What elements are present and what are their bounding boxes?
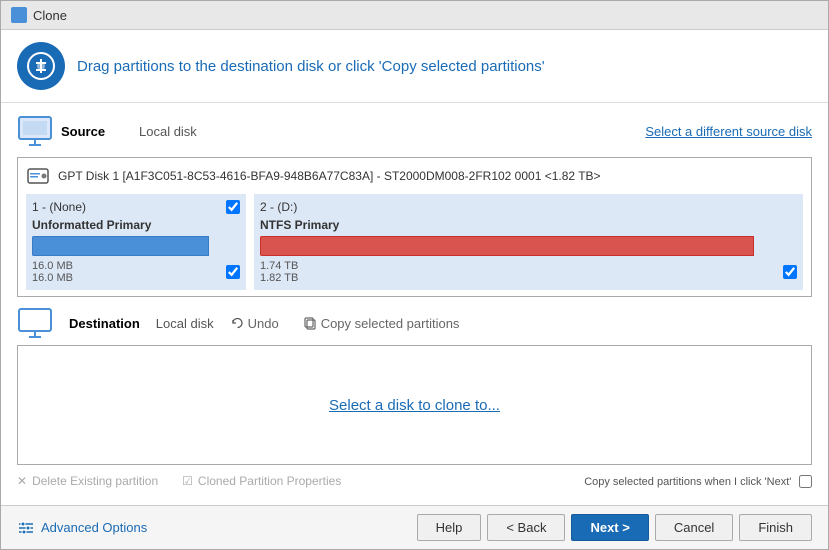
partition-1-sizes: 16.0 MB 16.0 MB — [32, 260, 240, 284]
dest-monitor-icon — [17, 305, 53, 341]
partition-1-checkbox2[interactable] — [226, 265, 240, 279]
partition-2-bar-fill — [260, 236, 754, 256]
footer: Advanced Options Help < Back Next > Canc… — [1, 505, 828, 549]
copy-partitions-button[interactable]: Copy selected partitions — [303, 316, 460, 331]
header-text: Drag partitions to the destination disk … — [77, 58, 545, 75]
clone-window: Clone Drag partitions to the destination… — [0, 0, 829, 550]
partition-2-sizes: 1.74 TB 1.82 TB — [260, 260, 797, 284]
partition-1-size1: 16.0 MB — [32, 260, 73, 272]
next-checkbox-label: Copy selected partitions when I click 'N… — [584, 476, 791, 488]
disk-header: GPT Disk 1 [A1F3C051-8C53-4616-BFA9-948B… — [26, 164, 803, 188]
source-disk-container: GPT Disk 1 [A1F3C051-8C53-4616-BFA9-948B… — [17, 157, 812, 297]
source-label: Source — [61, 124, 131, 139]
clone-option: ☑ Cloned Partition Properties — [182, 474, 341, 488]
window-title: Clone — [33, 8, 67, 23]
disk-icon — [26, 164, 50, 188]
footer-buttons: Help < Back Next > Cancel Finish — [417, 514, 812, 541]
main-area: Source Local disk Select a different sou… — [1, 103, 828, 505]
clone-check-icon: ☑ — [182, 474, 193, 488]
partition-1-bar — [32, 236, 240, 256]
partition-1-size2: 16.0 MB — [32, 272, 73, 284]
destination-options: ✕ Delete Existing partition ☑ Cloned Par… — [17, 469, 812, 492]
select-source-link[interactable]: Select a different source disk — [645, 124, 812, 139]
copy-label: Copy selected partitions — [321, 316, 460, 331]
dest-label: Destination — [69, 316, 140, 331]
header-banner: Drag partitions to the destination disk … — [1, 30, 828, 103]
dest-sublabel: Local disk — [156, 316, 214, 331]
delete-option: ✕ Delete Existing partition — [17, 474, 158, 488]
title-bar: Clone — [1, 1, 828, 30]
partition-2-size1: 1.74 TB — [260, 260, 298, 272]
partition-2-number: 2 - (D:) — [260, 200, 297, 214]
disk-title: GPT Disk 1 [A1F3C051-8C53-4616-BFA9-948B… — [58, 169, 601, 183]
destination-disk-area[interactable]: Select a disk to clone to... — [17, 345, 812, 465]
undo-icon — [230, 316, 244, 330]
advanced-label: Advanced Options — [41, 520, 147, 535]
partition-1-checkbox[interactable] — [226, 200, 240, 214]
source-sublabel: Local disk — [139, 124, 197, 139]
clone-icon — [17, 42, 65, 90]
undo-button[interactable]: Undo — [230, 316, 279, 331]
partition-1-type: Unformatted Primary — [32, 218, 240, 232]
partition-2-wrapper: 2 - (D:) NTFS Primary 1.74 TB 1.82 TB — [254, 194, 803, 290]
delete-x-icon: ✕ — [17, 474, 27, 488]
destination-section: Destination Local disk Undo Copy selecte… — [17, 305, 812, 492]
partition-1-wrapper: 1 - (None) Unformatted Primary 16.0 MB 1… — [26, 194, 246, 290]
partition-2-type: NTFS Primary — [260, 218, 797, 232]
source-monitor-icon — [17, 113, 53, 149]
help-button[interactable]: Help — [417, 514, 482, 541]
delete-option-label: Delete Existing partition — [32, 474, 158, 488]
partition-1-bar-fill — [32, 236, 209, 256]
advanced-icon — [17, 519, 35, 537]
finish-button[interactable]: Finish — [739, 514, 812, 541]
next-checkbox-row: Copy selected partitions when I click 'N… — [584, 473, 812, 488]
next-button[interactable]: Next > — [571, 514, 648, 541]
source-section: Source Local disk Select a different sou… — [17, 113, 812, 297]
select-disk-link[interactable]: Select a disk to clone to... — [329, 397, 500, 414]
back-button[interactable]: < Back — [487, 514, 565, 541]
partition-2-checkbox[interactable] — [783, 265, 797, 279]
advanced-options[interactable]: Advanced Options — [17, 519, 147, 537]
destination-header: Destination Local disk Undo Copy selecte… — [17, 305, 812, 341]
undo-label: Undo — [248, 316, 279, 331]
copy-icon — [303, 316, 317, 330]
clone-option-label: Cloned Partition Properties — [198, 474, 341, 488]
cancel-button[interactable]: Cancel — [655, 514, 733, 541]
next-checkbox[interactable] — [799, 475, 812, 488]
partitions-row: 1 - (None) Unformatted Primary 16.0 MB 1… — [26, 194, 803, 290]
partition-2-bar — [260, 236, 797, 256]
window-icon — [11, 7, 27, 23]
source-header-row: Source Local disk Select a different sou… — [17, 113, 812, 149]
partition-2-size2: 1.82 TB — [260, 272, 298, 284]
partition-1-number: 1 - (None) — [32, 200, 86, 214]
